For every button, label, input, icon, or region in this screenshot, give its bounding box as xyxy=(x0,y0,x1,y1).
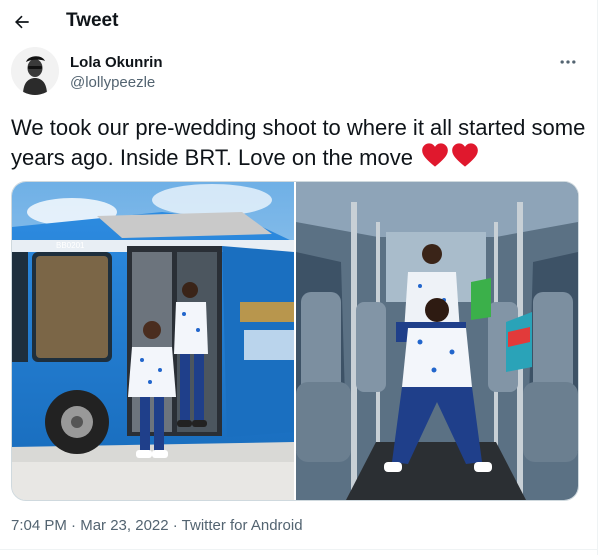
column-border xyxy=(597,0,598,555)
photo-couple-at-bus[interactable]: BB0201 xyxy=(12,182,294,500)
tweet-meta: 7:04 PM · Mar 23, 2022 · Twitter for And… xyxy=(11,517,303,534)
tweet-time[interactable]: 7:04 PM xyxy=(11,517,67,534)
page-title: Tweet xyxy=(66,10,119,31)
bus-number: BB0201 xyxy=(56,241,85,250)
author-handle[interactable]: @lollypeezle xyxy=(70,74,155,91)
tweet-date[interactable]: Mar 23, 2022 xyxy=(80,517,168,534)
red-heart-emoji-icon xyxy=(452,143,478,167)
red-heart-emoji-icon xyxy=(422,143,448,167)
more-horizontal-icon xyxy=(560,60,576,64)
tweet-media-grid: BB0201 xyxy=(11,181,579,501)
author-name[interactable]: Lola Okunrin xyxy=(70,54,163,71)
tweet-header: Tweet xyxy=(0,0,597,44)
avatar[interactable] xyxy=(11,47,59,95)
photo-couple-inside-bus[interactable] xyxy=(296,182,578,500)
meta-separator: · xyxy=(168,517,182,534)
tweet-text-body: We took our pre-wedding shoot to where i… xyxy=(11,115,586,170)
meta-separator: · xyxy=(66,517,81,534)
tweet-source[interactable]: Twitter for Android xyxy=(182,517,303,534)
divider xyxy=(0,549,597,550)
arrow-left-icon xyxy=(15,15,29,29)
more-button[interactable] xyxy=(556,52,580,72)
back-button[interactable] xyxy=(10,10,34,34)
tweet-text: We took our pre-wedding shoot to where i… xyxy=(11,114,586,172)
